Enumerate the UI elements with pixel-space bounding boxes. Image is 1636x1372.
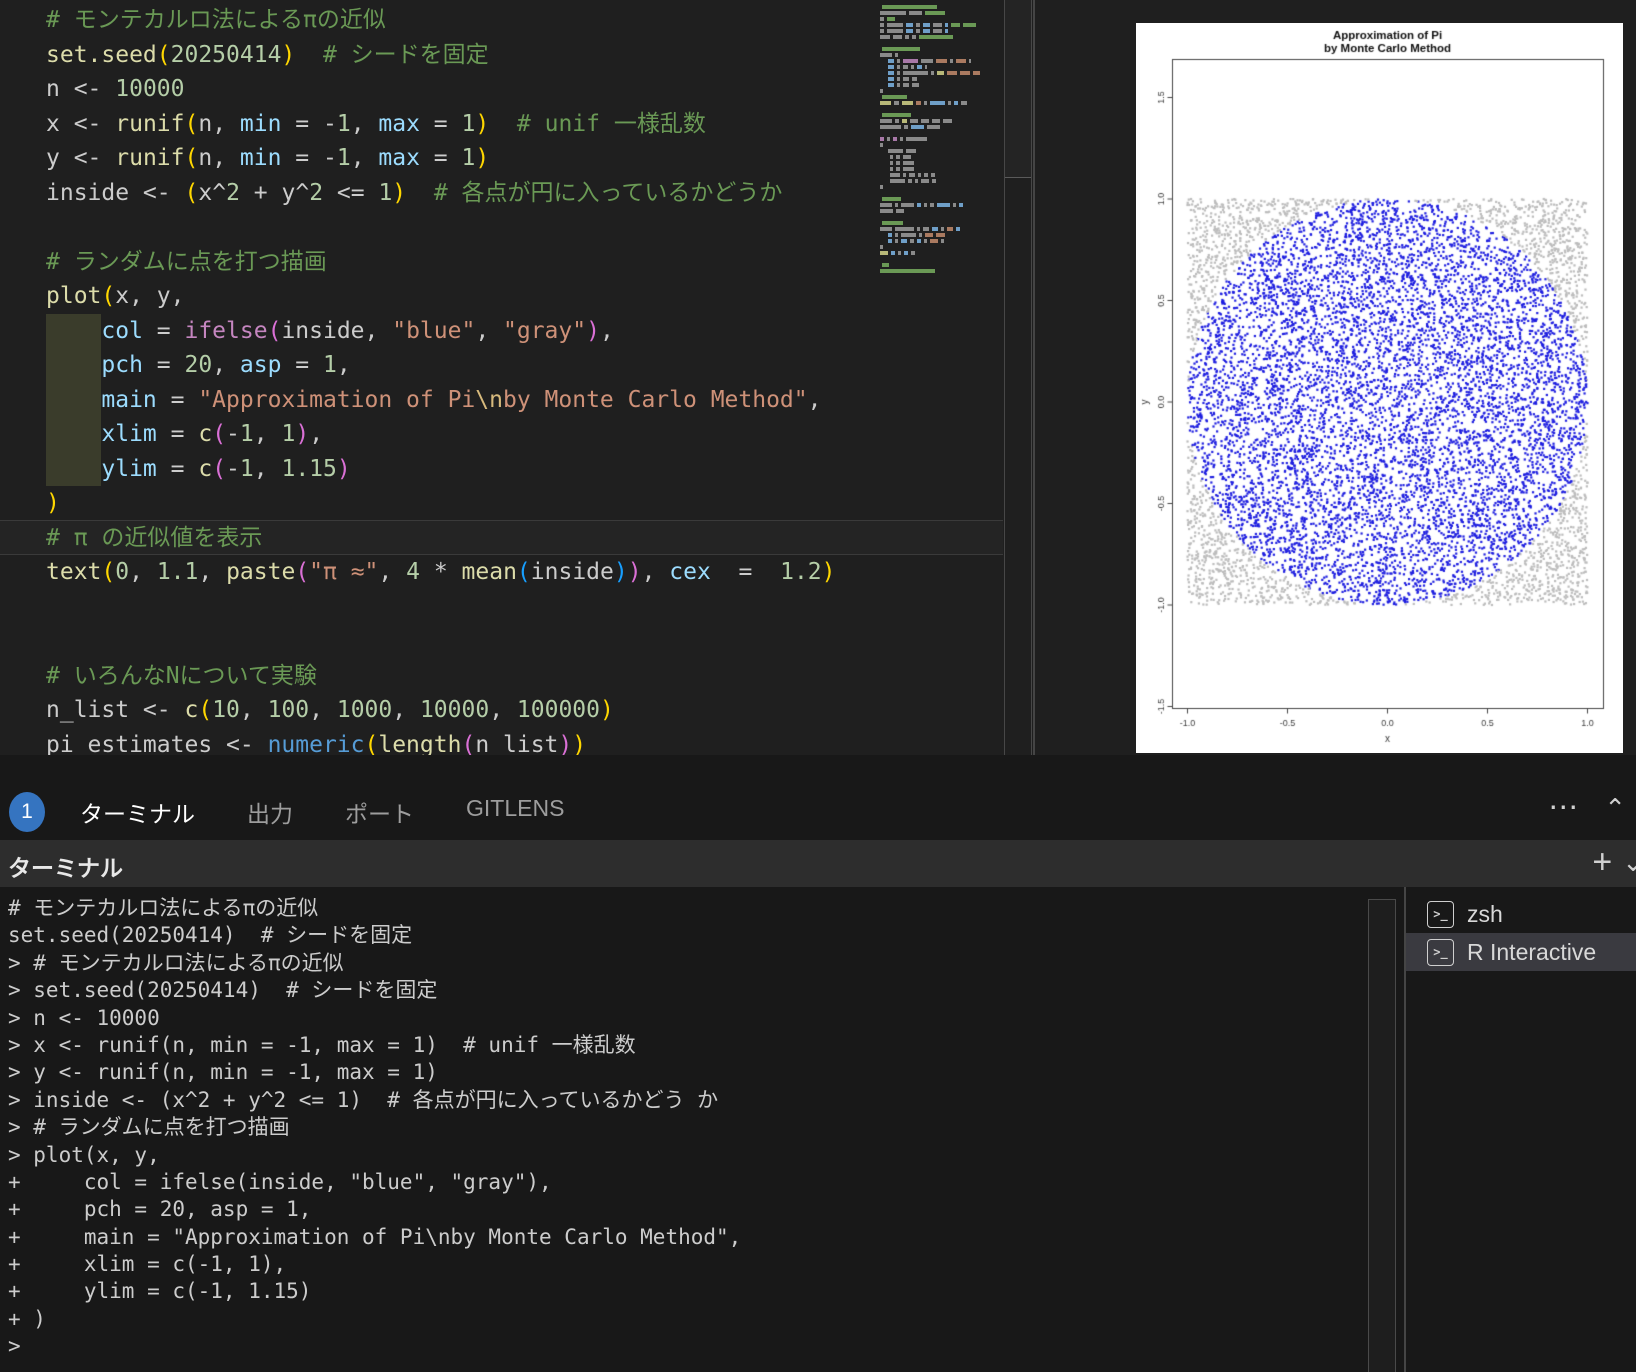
terminal-line: + xlim = c(-1, 1),: [8, 1252, 287, 1277]
new-terminal-icon[interactable]: +: [1592, 842, 1612, 882]
terminal-instance-label: R Interactive: [1467, 938, 1597, 965]
editor-scrollbar[interactable]: [1004, 0, 1032, 755]
code-line: x <- runif(n, min = -1, max = 1) # unif …: [46, 110, 706, 137]
terminal-line: + ): [8, 1306, 46, 1331]
panel-tab-ポート[interactable]: ポート: [343, 785, 416, 843]
editor-scrollbar-thumb[interactable]: [1005, 0, 1031, 178]
code-line: set.seed(20250414) # シードを固定: [46, 41, 489, 68]
terminal-line: > # モンテカルロ法によるπの近似: [8, 950, 344, 975]
terminal-line: # モンテカルロ法によるπの近似: [8, 896, 319, 920]
terminal-line: > set.seed(20250414) # シードを固定: [8, 978, 438, 1003]
panel-tab-出力[interactable]: 出力: [245, 785, 295, 843]
code-line: # モンテカルロ法によるπの近似: [46, 7, 386, 33]
plot-viewer-panel: [1035, 0, 1636, 755]
terminal-line: + main = "Approximation of Pi\nby Monte …: [8, 1224, 742, 1249]
code-line: n <- 10000: [46, 76, 185, 102]
code-line: pch = 20, asp = 1,: [101, 352, 351, 378]
panel-tabs: ターミナル 出力 ポート GITLENS: [78, 785, 566, 843]
terminal-instance-list: >_ zsh >_ R Interactive: [1406, 895, 1636, 971]
panel-tabbar: 1 ターミナル 出力 ポート GITLENS ⋯ ⌃: [0, 755, 1636, 843]
terminal-count-badge: 1: [9, 792, 45, 832]
terminal-line: > # ランダムに点を打つ描画: [8, 1115, 290, 1140]
terminal-instance-r-interactive[interactable]: >_ R Interactive: [1406, 933, 1636, 971]
terminal-line: set.seed(20250414) # シードを固定: [8, 923, 413, 948]
terminal-line: + ylim = c(-1, 1.15): [8, 1279, 312, 1304]
vscode-window: # モンテカルロ法によるπの近似 set.seed(20250414) # シード…: [0, 0, 1636, 1372]
terminal-scrollbar-thumb[interactable]: [1368, 899, 1396, 1372]
scatter-plot-canvas: [1136, 23, 1623, 753]
terminal-line: > inside <- (x^2 + y^2 <= 1) # 各点が円に入ってい…: [8, 1087, 719, 1112]
code-line: main = "Approximation of Pi\nby Monte Ca…: [101, 386, 822, 413]
panel-actions: ⋯ ⌃: [1548, 793, 1626, 824]
code-line: # π の近似値を表示: [46, 524, 263, 551]
terminal-line: >: [8, 1334, 34, 1359]
code-line: y <- runif(n, min = -1, max = 1): [46, 145, 490, 171]
chevron-down-icon[interactable]: ⌄: [1622, 847, 1636, 878]
code-editor[interactable]: # モンテカルロ法によるπの近似 set.seed(20250414) # シード…: [0, 0, 1033, 755]
code-line: pi_estimates <- numeric(length(n_list)): [46, 731, 587, 756]
plot-image: [1136, 23, 1623, 753]
terminal-instance-zsh[interactable]: >_ zsh: [1406, 895, 1636, 933]
terminal-icon: >_: [1427, 900, 1454, 928]
code-line: # ランダムに点を打つ描画: [46, 248, 327, 275]
code-line: ): [46, 490, 60, 516]
terminal-line: > x <- runif(n, min = -1, max = 1) # uni…: [8, 1032, 636, 1057]
code-line: # いろんなNについて実験: [46, 662, 317, 689]
terminal-line: > y <- runif(n, min = -1, max = 1): [8, 1060, 438, 1085]
terminal-line: > n <- 10000: [8, 1005, 160, 1030]
minimap[interactable]: [880, 5, 1001, 750]
code-line: ylim = c(-1, 1.15): [101, 455, 351, 482]
code-line: text(0, 1.1, paste("π ≈", 4 * mean(insid…: [46, 559, 836, 585]
panel-tab-gitlens[interactable]: GITLENS: [464, 785, 566, 843]
terminal-line: + pch = 20, asp = 1,: [8, 1197, 312, 1222]
terminal-header-actions: + ⌄: [1592, 842, 1636, 882]
code-line: n_list <- c(10, 100, 1000, 10000, 100000…: [46, 697, 614, 723]
code-line: plot(x, y,: [46, 283, 185, 309]
code-lines: # モンテカルロ法によるπの近似 set.seed(20250414) # シード…: [0, 3, 880, 755]
panel-tab-ターミナル[interactable]: ターミナル: [78, 785, 197, 843]
maximize-panel-icon[interactable]: ⌃: [1604, 793, 1626, 823]
terminal-body: # モンテカルロ法によるπの近似 set.seed(20250414) # シード…: [0, 887, 1636, 1372]
terminal-instance-label: zsh: [1467, 900, 1503, 927]
terminal-line: + col = ifelse(inside, "blue", "gray"),: [8, 1169, 552, 1194]
bottom-panel: 1 ターミナル 出力 ポート GITLENS ⋯ ⌃ ターミナル + ⌄ # モンテカ…: [0, 755, 1636, 1372]
code-line: xlim = c(-1, 1),: [101, 421, 324, 447]
terminal-header: ターミナル + ⌄: [0, 840, 1636, 887]
code-line: col = ifelse(inside, "blue", "gray"),: [101, 317, 614, 344]
terminal-header-title: ターミナル: [8, 855, 123, 881]
terminal-output[interactable]: # モンテカルロ法によるπの近似 set.seed(20250414) # シード…: [8, 895, 1368, 1361]
terminal-line: > plot(x, y,: [8, 1142, 160, 1167]
code-line: inside <- (x^2 + y^2 <= 1) # 各点が円に入っているか…: [46, 179, 783, 206]
terminal-scrollbar[interactable]: [1368, 887, 1396, 1372]
more-actions-icon[interactable]: ⋯: [1548, 793, 1578, 823]
terminal-icon: >_: [1427, 938, 1454, 966]
